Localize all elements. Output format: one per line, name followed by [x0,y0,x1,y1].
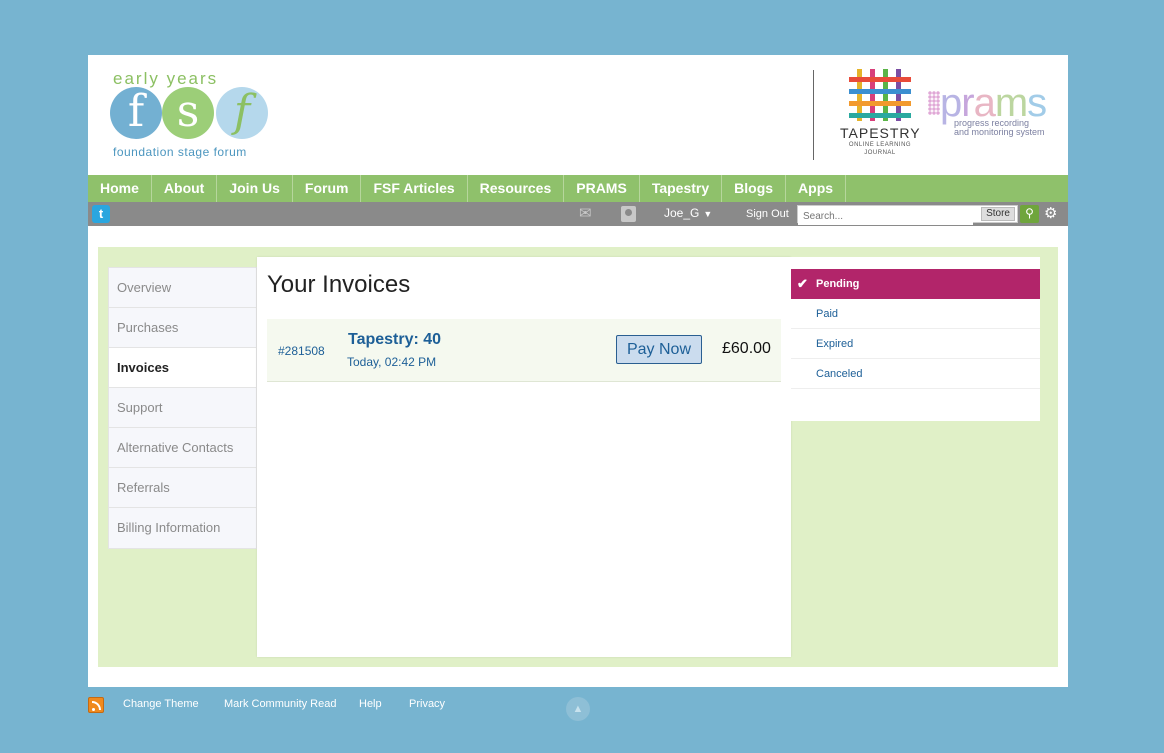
user-menu[interactable]: Joe_G ▼ [664,206,712,220]
sidebar-item-alternative-contacts[interactable]: Alternative Contacts [109,428,256,468]
main-nav: Home About Join Us Forum FSF Articles Re… [88,175,1068,202]
filter-expired[interactable]: Expired [791,329,1040,359]
filter-label: Expired [816,338,854,350]
page-title: Your Invoices [267,271,411,298]
filter-label: Paid [816,308,839,320]
fsf-logo-tagline-bottom: foundation stage forum [113,145,247,159]
sidebar-item-overview[interactable]: Overview [109,268,256,308]
gear-icon[interactable]: ⚙ [1044,205,1057,223]
nav-item-tapestry[interactable]: Tapestry [640,175,723,202]
pay-now-button[interactable]: Pay Now [616,335,702,364]
tapestry-logo[interactable]: TAPESTRY ONLINE LEARNING JOURNAL [840,69,920,161]
filter-label: Pending [816,278,860,290]
sign-out-link[interactable]: Sign Out [746,208,789,220]
fsf-logo-letter-f: f [110,87,162,139]
invoice-date: Today, 02:42 PM [347,355,437,369]
search-icon: ⚲ [1025,206,1034,220]
username: Joe_G [664,206,700,220]
sidebar-item-purchases[interactable]: Purchases [109,308,256,348]
footer-link-mark-community-read[interactable]: Mark Community Read [224,698,336,710]
search-button[interactable]: ⚲ [1020,205,1039,223]
nav-item-forum[interactable]: Forum [293,175,362,202]
chevron-down-icon: ▼ [703,209,713,219]
nav-item-about[interactable]: About [152,175,218,202]
check-icon: ✔ [797,276,808,291]
search-scope-store-button[interactable]: Store [981,207,1015,221]
search-input[interactable] [798,208,973,225]
scroll-to-top-button[interactable]: ▲ [566,697,590,721]
nav-item-prams[interactable]: PRAMS [564,175,640,202]
filter-canceled[interactable]: Canceled [791,359,1040,389]
prams-logo-tagline: progress recording and monitoring system [954,118,1045,137]
prams-dots-icon [928,91,940,115]
invoice-row: #281508 Tapestry: 40 Today, 02:42 PM Pay… [267,319,781,382]
sidebar-item-invoices[interactable]: Invoices [109,348,256,388]
invoice-title-link[interactable]: Tapestry: 40 [348,331,441,349]
content-area: Overview Purchases Invoices Support Alte… [98,247,1058,667]
footer-link-help[interactable]: Help [359,698,382,710]
fsf-logo-letter-s: s [162,87,214,139]
sidebar-item-referrals[interactable]: Referrals [109,468,256,508]
twitter-icon[interactable]: t [92,205,110,223]
tapestry-logo-name: TAPESTRY [840,125,921,141]
invoices-panel: Your Invoices #281508 Tapestry: 40 Today… [257,257,791,657]
fsf-logo[interactable]: early years f s f foundation stage forum [110,69,275,169]
invoice-status-filter: ✔ Pending Paid Expired Canceled [791,257,1040,421]
footer-link-privacy[interactable]: Privacy [409,698,445,710]
nav-item-fsf-articles[interactable]: FSF Articles [361,175,468,202]
invoice-id-link[interactable]: #281508 [278,344,325,358]
contacts-icon[interactable] [621,206,636,222]
nav-item-resources[interactable]: Resources [468,175,565,202]
nav-item-blogs[interactable]: Blogs [722,175,787,202]
sidebar-item-support[interactable]: Support [109,388,256,428]
site-footer: Change Theme Mark Community Read Help Pr… [88,695,1068,725]
invoice-amount: £60.00 [722,340,771,357]
mail-icon[interactable]: ✉ [579,206,597,221]
search-box: Store [797,205,1018,225]
account-sidebar: Overview Purchases Invoices Support Alte… [108,267,257,549]
prams-logo[interactable]: prams progress recording and monitoring … [928,81,1058,145]
tapestry-grid-icon [849,69,911,121]
filter-pending[interactable]: ✔ Pending [791,269,1040,299]
tapestry-logo-sub1: ONLINE LEARNING [848,142,912,148]
header-divider [813,70,814,160]
rss-icon[interactable] [88,697,104,713]
nav-item-join-us[interactable]: Join Us [217,175,293,202]
page-wrapper: early years f s f foundation stage forum… [88,55,1068,687]
user-bar: t ✉ Joe_G▼ Sign Out Store ⚲ ⚙ [88,202,1068,226]
filter-paid[interactable]: Paid [791,299,1040,329]
tapestry-logo-sub2: JOURNAL [864,150,896,156]
filter-label: Canceled [816,368,863,380]
sidebar-item-billing-information[interactable]: Billing Information [109,508,256,548]
footer-link-change-theme[interactable]: Change Theme [123,698,199,710]
fsf-logo-letter-f2: f [216,87,268,139]
nav-item-apps[interactable]: Apps [786,175,847,202]
site-header: early years f s f foundation stage forum… [88,55,1068,175]
arrow-up-icon: ▲ [572,703,584,715]
nav-item-home[interactable]: Home [88,175,152,202]
